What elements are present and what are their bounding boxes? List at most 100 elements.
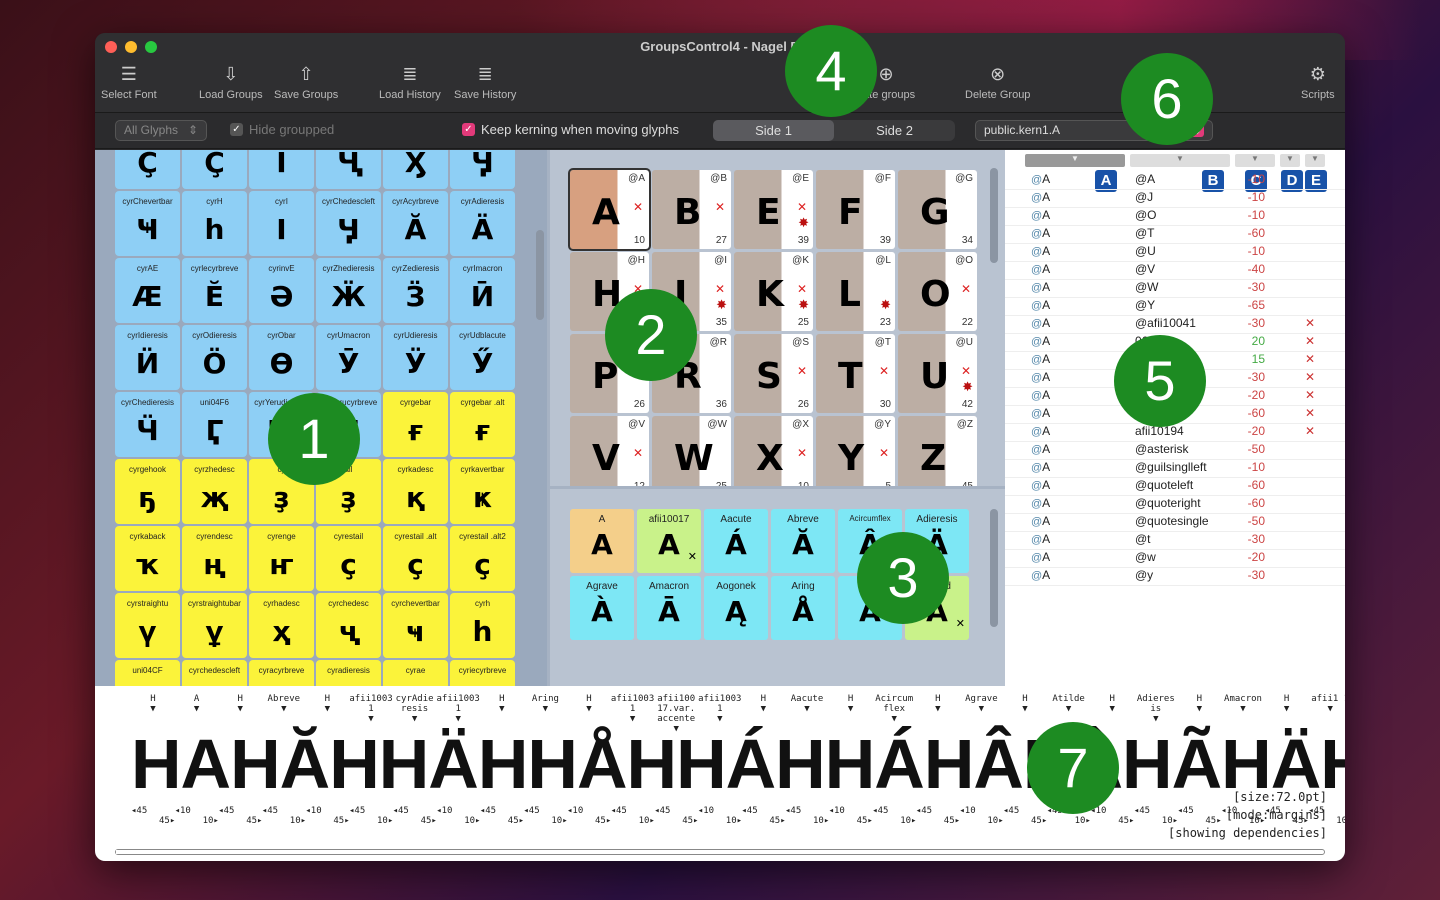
glyph-cell[interactable]: uni04CFӏ (115, 660, 180, 686)
kern-value[interactable]: 15 (1215, 352, 1265, 366)
kern-value[interactable]: -20 (1215, 388, 1265, 402)
kern-value[interactable]: -65 (1215, 298, 1265, 312)
remove-icon[interactable]: ✕ (1305, 388, 1315, 402)
glyph-cell[interactable]: cyrI Ӏ (249, 191, 314, 256)
kern-table-row[interactable]: @A @quoteright -60 (1005, 496, 1345, 514)
glyph-cell[interactable]: Ҫ (115, 150, 180, 189)
glyph-cell[interactable]: cyrChedieresis Ӵ (115, 392, 180, 457)
kern-value[interactable]: -10 (1215, 208, 1265, 222)
column-header-e[interactable]: ▼ (1305, 154, 1325, 167)
keep-kerning-checkbox[interactable]: ✓ Keep kerning when moving glyphs (462, 122, 679, 137)
kern-pair-cell[interactable]: @V V 12 ✕ (570, 416, 649, 486)
kern-value[interactable]: -30 (1215, 532, 1265, 546)
kern-pair-cell[interactable]: @G G 34 (898, 170, 977, 249)
remove-icon[interactable]: ✕ (1305, 334, 1315, 348)
toolbar-item-8[interactable]: ⚙ Scripts (1301, 59, 1335, 102)
kern-table-row[interactable]: @A @w -20 (1005, 550, 1345, 568)
column-header-first[interactable]: ▼ (1025, 154, 1125, 167)
kern-value[interactable]: -10 (1215, 190, 1265, 204)
kern-table-row[interactable]: @A @quotesingle -50 (1005, 514, 1345, 532)
kern-pair-cell[interactable]: @B B 27 ✕ (652, 170, 731, 249)
glyph-cell[interactable]: cyriecyrbreveӗ (450, 660, 515, 686)
group-member-cell[interactable]: Aogonek Ą (704, 576, 768, 640)
kern-pair-cell[interactable]: @O O 22 ✕ (898, 252, 977, 331)
group-member-cell[interactable]: AA (570, 509, 634, 573)
glyph-cell[interactable]: cyrstraightubar ұ (182, 593, 247, 658)
remove-icon[interactable]: ✕ (1305, 316, 1315, 330)
remove-icon[interactable]: ✕ (1305, 370, 1315, 384)
kern-pair-cell[interactable]: @K K 25 ✕ ✸ (734, 252, 813, 331)
kern-table-row[interactable]: @A @Y -65 (1005, 298, 1345, 316)
kern-value[interactable]: -20 (1215, 424, 1265, 438)
kern-pair-cell[interactable]: @A A 10 ✕ (568, 168, 651, 251)
remove-icon[interactable]: ✕ (961, 364, 971, 378)
kern-value[interactable]: -10 (1215, 460, 1265, 474)
kern-value[interactable]: -50 (1215, 442, 1265, 456)
glyph-cell[interactable]: cyrAE Ӕ (115, 258, 180, 323)
remove-icon[interactable]: ✕ (956, 617, 965, 630)
remove-icon[interactable]: ✕ (879, 364, 889, 378)
remove-icon[interactable]: ✕ (715, 200, 725, 214)
kern-pair-cell[interactable]: @X X 10 ✕ (734, 416, 813, 486)
glyph-cell[interactable]: cyrUdblacute Ӳ (450, 325, 515, 390)
kern-table-row[interactable]: @A @A -10 (1005, 172, 1345, 190)
kern-value[interactable]: -60 (1215, 496, 1265, 510)
remove-icon[interactable]: ✕ (1305, 352, 1315, 366)
remove-icon[interactable]: ✕ (715, 282, 725, 296)
kern-value[interactable]: -10 (1215, 244, 1265, 258)
remove-icon[interactable]: ✕ (797, 200, 807, 214)
kern-table-row[interactable]: @A @J -10 (1005, 190, 1345, 208)
glyph-cell[interactable]: cyrhadesc ҳ (249, 593, 314, 658)
kern-pair-cell[interactable]: @T T 30 ✕ (816, 334, 895, 413)
kern-table-row[interactable]: @A @O -10 (1005, 208, 1345, 226)
kern-pair-cell[interactable]: @L L 23 ✸ (816, 252, 895, 331)
remove-icon[interactable]: ✕ (797, 364, 807, 378)
toolbar-item-1[interactable]: ⇩ Load Groups (199, 59, 263, 102)
toolbar-item-0[interactable]: ☰ Select Font (101, 59, 157, 102)
glyph-cell[interactable]: cyrAdieresis Ӓ (450, 191, 515, 256)
kern-value[interactable]: 20 (1215, 334, 1265, 348)
glyph-cell[interactable]: cyrImacron Ӣ (450, 258, 515, 323)
glyph-cell[interactable]: cyrlecyrbreve Ӗ (182, 258, 247, 323)
glyph-grid-scrollbar[interactable] (536, 230, 544, 320)
glyph-cell[interactable]: cyrenge ҥ (249, 526, 314, 591)
group-member-cell[interactable]: Abreve Ă (771, 509, 835, 573)
kern-pair-cell[interactable]: @F F 39 (816, 170, 895, 249)
remove-icon[interactable]: ✕ (1305, 406, 1315, 420)
glyph-cell[interactable]: cyrzhedesc җ (182, 459, 247, 524)
glyph-cell[interactable]: cyrZhedieresis Ӝ (316, 258, 381, 323)
kern-table-row[interactable]: @A @quoteleft -60 (1005, 478, 1345, 496)
glyph-cell[interactable]: cyrUdieresis Ӱ (383, 325, 448, 390)
glyph-cell[interactable]: cyrestail .alt2 ҫ (450, 526, 515, 591)
glyph-cell[interactable]: cyrOdieresis Ӧ (182, 325, 247, 390)
group-member-cell[interactable]: afii10017 A ✕ (637, 509, 701, 573)
kern-value[interactable]: -40 (1215, 262, 1265, 276)
glyph-cell[interactable]: cyrChevertbar Ҹ (115, 191, 180, 256)
glyph-filter-popup[interactable]: All Glyphs ⇕ (115, 120, 207, 141)
preview-scroll-thumb[interactable] (116, 850, 924, 854)
glyph-cell[interactable]: cyrIdieresis Ӥ (115, 325, 180, 390)
glyph-cell[interactable]: cyrestail ҫ (316, 526, 381, 591)
glyph-cell[interactable]: cyrObar Ө (249, 325, 314, 390)
glyph-cell[interactable]: cyrH һ (182, 191, 247, 256)
column-header-d[interactable]: ▼ (1280, 154, 1300, 167)
glyph-cell[interactable]: Ҷ (316, 150, 381, 189)
remove-icon[interactable]: ✕ (797, 446, 807, 460)
glyph-cell[interactable]: cyrchedescleftӌ (182, 660, 247, 686)
toolbar-item-4[interactable]: ≣ Save History (454, 59, 516, 102)
group-member-cell[interactable]: Aring Å (771, 576, 835, 640)
preview-scrollbar[interactable] (115, 849, 1325, 855)
kern-table-row[interactable]: @A @U -10 (1005, 244, 1345, 262)
glyph-cell[interactable]: cyrZedieresis Ӟ (383, 258, 448, 323)
remove-icon[interactable]: ✕ (633, 446, 643, 460)
glyph-cell[interactable]: Ӽ (383, 150, 448, 189)
group-member-cell[interactable]: Amacron Ā (637, 576, 701, 640)
glyph-cell[interactable]: cyrchevertbar ҹ (383, 593, 448, 658)
side2-tab[interactable]: Side 2 (834, 120, 955, 141)
kern-value[interactable]: -10 (1215, 172, 1265, 186)
glyph-cell[interactable]: cyrgebar .alt ғ (450, 392, 515, 457)
kern-value[interactable]: -50 (1215, 514, 1265, 528)
column-header-value[interactable]: ▼ (1235, 154, 1275, 167)
glyph-cell[interactable]: cyrkadesc қ (383, 459, 448, 524)
glyph-cell[interactable]: cyrgebar ғ (383, 392, 448, 457)
